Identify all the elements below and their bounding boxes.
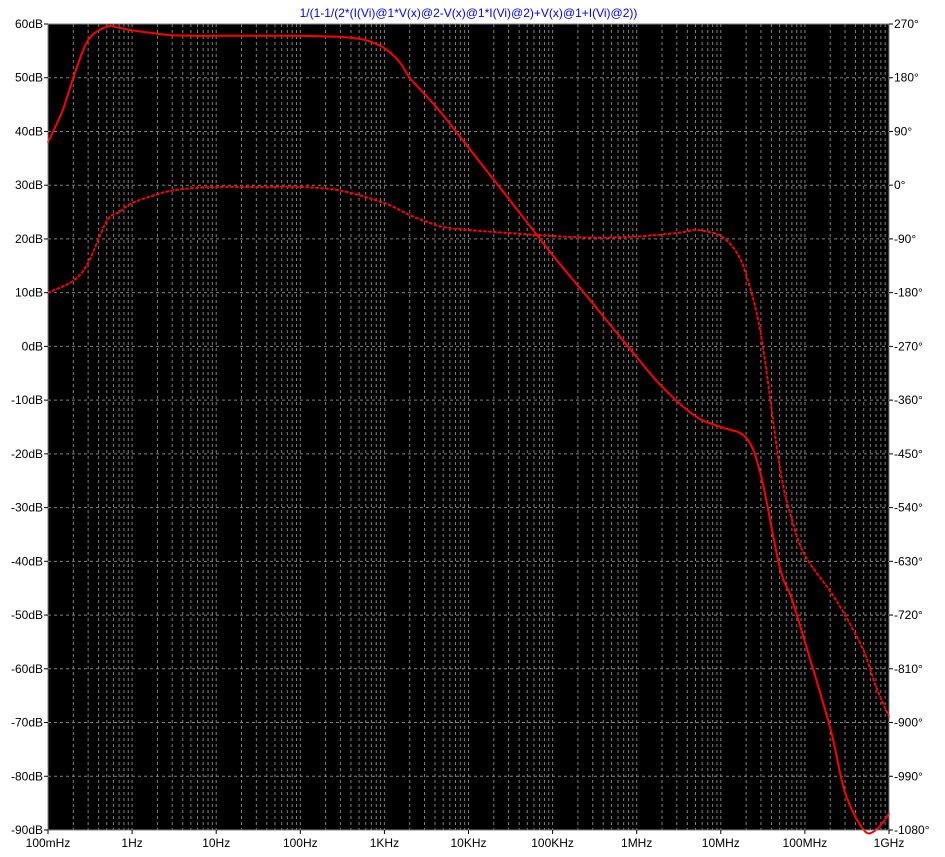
y-right-tick-label: -450° (894, 447, 923, 461)
y-right-tick-label: -900° (894, 716, 923, 730)
y-right-tick-label: 270° (894, 17, 919, 31)
y-right-tick-label: 0° (894, 178, 906, 192)
chart-title: 1/(1-1/(2*(I(Vi)@1*V(x)@2-V(x)@1*I(Vi)@2… (300, 6, 638, 20)
y-right-tick-label: 90° (894, 124, 912, 138)
y-left-tick-label: 0dB (22, 339, 43, 353)
y-left-tick-label: 60dB (15, 17, 43, 31)
x-tick-label: 1MHz (621, 836, 652, 850)
y-right-tick-label: -270° (894, 339, 923, 353)
x-tick-label: 100MHz (783, 836, 828, 850)
x-tick-label: 1KHz (370, 836, 399, 850)
y-left-tick-label: 20dB (15, 232, 43, 246)
x-tick-label: 1GHz (874, 836, 905, 850)
y-left-tick-label: -70dB (11, 716, 43, 730)
plot-window: 60dB 50dB 40dB 30dB 20dB 10dB 0dB -10dB -20dB -30… (0, 0, 945, 857)
y-right-tick-label: -180° (894, 286, 923, 300)
y-right-tick-label: -90° (894, 232, 916, 246)
y-right-tick-label: 180° (894, 71, 919, 85)
y-right-tick-label: -1080° (894, 823, 930, 837)
y-left-tick-label: -80dB (11, 769, 43, 783)
y-left-tick-label: 40dB (15, 124, 43, 138)
y-right-tick-label: -720° (894, 608, 923, 622)
y-left-tick-label: -10dB (11, 393, 43, 407)
x-tick-label: 100mHz (26, 836, 71, 850)
y-left-tick-label: -60dB (11, 662, 43, 676)
x-tick-label: 10Hz (202, 836, 230, 850)
y-left-tick-label: -90dB (11, 823, 43, 837)
x-tick-label: 10MHz (702, 836, 740, 850)
y-left-tick-label: -50dB (11, 608, 43, 622)
y-right-tick-label: -360° (894, 393, 923, 407)
y-left-tick-label: 50dB (15, 71, 43, 85)
x-tick-label: 1Hz (121, 836, 142, 850)
x-tick-label: 10KHz (450, 836, 486, 850)
y-left-tick-label: -30dB (11, 501, 43, 515)
x-tick-label: 100KHz (531, 836, 574, 850)
y-left-tick-label: 10dB (15, 286, 43, 300)
y-right-tick-label: -810° (894, 662, 923, 676)
y-left-tick-label: 30dB (15, 178, 43, 192)
y-left-tick-label: -40dB (11, 554, 43, 568)
bode-plot-chart: 60dB 50dB 40dB 30dB 20dB 10dB 0dB -10dB -20dB -30… (11, 6, 930, 850)
x-tick-label: 100Hz (283, 836, 318, 850)
y-left-tick-label: -20dB (11, 447, 43, 461)
y-right-tick-label: -540° (894, 501, 923, 515)
y-right-tick-label: -990° (894, 769, 923, 783)
y-right-tick-label: -630° (894, 554, 923, 568)
